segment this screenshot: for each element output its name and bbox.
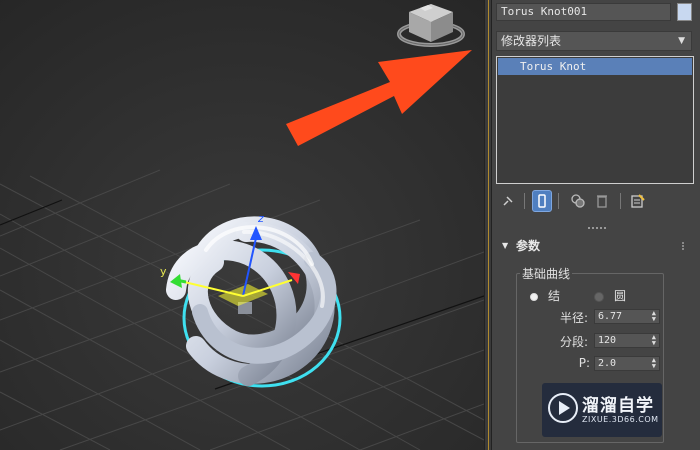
segments-value: 120 (598, 335, 617, 346)
play-logo-icon (548, 393, 578, 423)
radius-value: 6.77 (598, 311, 623, 322)
watermark-url: ZIXUE.3D66.COM (582, 415, 659, 424)
radius-label: 半径: (559, 311, 588, 325)
gizmo-z-label: z (257, 212, 264, 225)
modifier-list-label: 修改器列表 (501, 34, 562, 48)
p-label: P: (578, 356, 590, 370)
radio-knot-label: 结 (548, 289, 561, 303)
base-curve-title: 基础曲线 (520, 265, 573, 282)
watermark-title: 溜溜自学 (582, 396, 654, 416)
radio-circle[interactable]: 圆 (594, 287, 626, 304)
gizmo-y-label: y (160, 265, 167, 278)
rollout-title: 参数 (516, 239, 541, 253)
radio-selected-indicator (530, 292, 538, 301)
show-end-result-icon[interactable] (532, 190, 552, 212)
perspective-viewport[interactable]: z y (0, 0, 484, 450)
panel-splitter[interactable] (484, 0, 492, 450)
watermark-badge: 溜溜自学 ZIXUE.3D66.COM (542, 383, 662, 437)
stack-item-torus-knot[interactable]: Torus Knot (498, 58, 692, 75)
rollout-divider[interactable] (588, 227, 606, 233)
parameters-rollout-header[interactable]: ▼ 参数 (496, 236, 694, 256)
chevron-down-icon: ▼ (678, 36, 685, 46)
p-spinner[interactable]: 2.0 ▲ ▼ (594, 356, 660, 371)
modifier-stack[interactable]: Torus Knot (496, 56, 694, 184)
make-unique-icon[interactable] (568, 190, 588, 212)
object-name-field[interactable]: Torus Knot001 (496, 3, 671, 21)
toolbar-separator (558, 193, 559, 209)
configure-sets-icon[interactable] (628, 190, 648, 212)
segments-spinner[interactable]: 120 ▲ ▼ (594, 333, 660, 348)
p-value: 2.0 (598, 358, 617, 369)
radio-circle-label: 圆 (614, 289, 627, 303)
collapse-triangle-icon: ▼ (502, 241, 509, 250)
spinner-arrows-icon[interactable]: ▲ ▼ (652, 310, 656, 323)
3dsmax-window: z y Torus Knot001 修改器列表 ▼ Torus Knot ▼ 参… (0, 0, 700, 450)
splitter-accent-line (488, 0, 489, 450)
radio-knot[interactable]: 结 (530, 287, 560, 304)
trash-icon[interactable] (592, 190, 612, 212)
radio-unselected-indicator (594, 291, 604, 302)
spinner-arrows-icon[interactable]: ▲ ▼ (652, 334, 656, 347)
object-color-swatch[interactable] (677, 3, 692, 21)
toolbar-separator (620, 193, 621, 209)
drag-grip-icon[interactable] (682, 242, 690, 250)
radius-spinner[interactable]: 6.77 ▲ ▼ (594, 309, 660, 324)
toolbar-separator (524, 193, 525, 209)
pin-stack-icon[interactable] (498, 190, 518, 212)
segments-label: 分段: (559, 335, 588, 349)
modifier-list-dropdown[interactable]: 修改器列表 ▼ (496, 31, 692, 51)
viewport-canvas[interactable]: z y (0, 0, 484, 450)
stack-toolbar (496, 190, 694, 212)
spinner-arrows-icon[interactable]: ▲ ▼ (652, 357, 656, 370)
